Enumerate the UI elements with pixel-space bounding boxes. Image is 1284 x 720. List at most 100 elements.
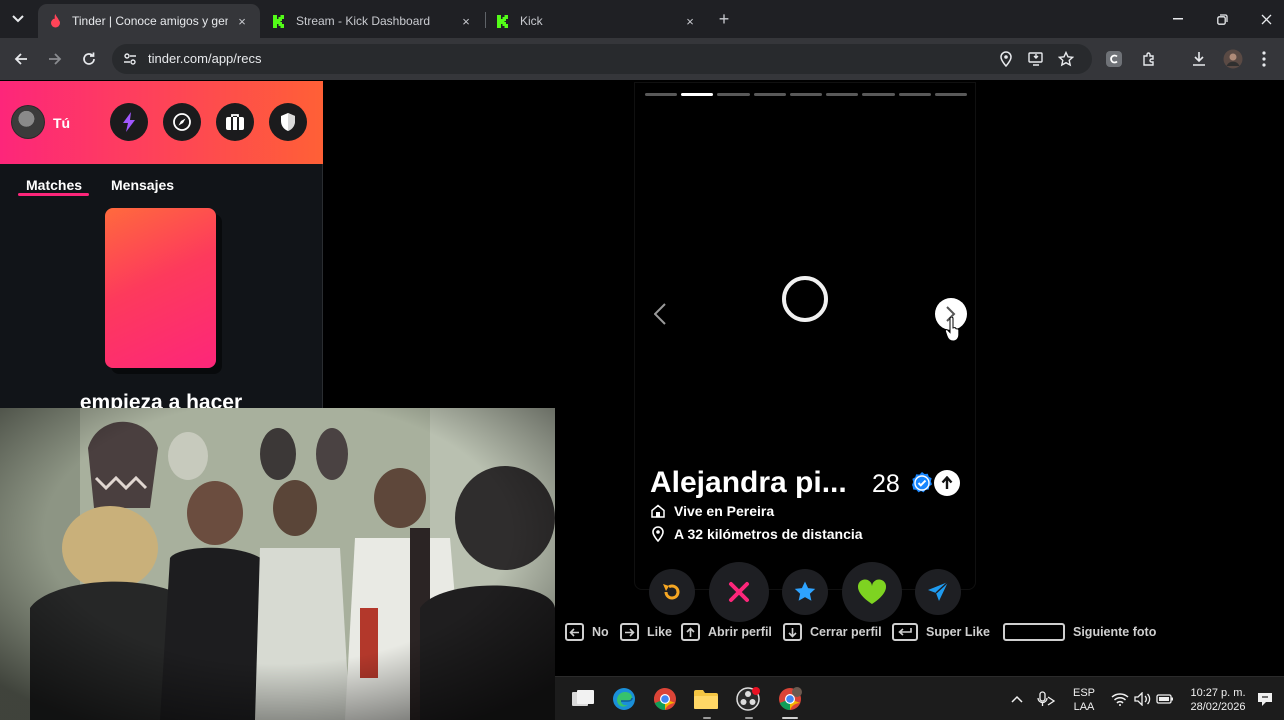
tab-kick-dashboard[interactable]: Stream - Kick Dashboard × xyxy=(262,4,484,38)
wifi-tray-button[interactable] xyxy=(1108,685,1132,713)
screen: Tinder | Conoce amigos y gente × Stream … xyxy=(0,0,1284,720)
distance-text: A 32 kilómetros de distancia xyxy=(674,526,863,542)
safety-header-button[interactable] xyxy=(269,103,307,141)
work-header-button[interactable] xyxy=(216,103,254,141)
new-tab-button[interactable]: + xyxy=(712,8,736,30)
address-bar[interactable]: tinder.com/app/recs xyxy=(112,44,1092,74)
shortcut-label: Siguiente foto xyxy=(1073,625,1157,639)
battery-tray-button[interactable] xyxy=(1153,685,1177,713)
chrome-profile-button[interactable] xyxy=(776,685,804,713)
bolt-icon xyxy=(123,112,135,132)
profile-age: 28 xyxy=(872,470,900,498)
profile-name: Alejandra pi... xyxy=(650,466,847,499)
folder-icon xyxy=(694,690,718,709)
microphone-tray-button[interactable] xyxy=(1035,685,1057,713)
show-hidden-icons-button[interactable] xyxy=(1007,685,1027,713)
task-view-icon xyxy=(572,690,594,706)
volume-tray-button[interactable] xyxy=(1131,685,1155,713)
kick-logo-icon xyxy=(272,14,286,28)
tab-matches[interactable]: Matches xyxy=(26,177,82,193)
open-profile-button[interactable] xyxy=(934,470,960,496)
edge-icon xyxy=(613,688,635,710)
shortcut-label: Abrir perfil xyxy=(708,625,772,639)
bookmark-star-icon[interactable] xyxy=(1056,49,1076,69)
shortcut-no: No xyxy=(565,622,609,642)
battery-icon xyxy=(1156,694,1173,704)
enter-key-icon xyxy=(892,623,918,641)
location-icon[interactable] xyxy=(996,49,1016,69)
kick-logo-icon xyxy=(496,14,510,28)
profile-link-label[interactable]: Tú xyxy=(53,115,70,131)
tab-title: Stream - Kick Dashboard xyxy=(296,14,431,28)
user-avatar[interactable] xyxy=(11,105,45,139)
down-arrow-key-icon xyxy=(783,623,802,641)
extension-c-icon[interactable] xyxy=(1104,49,1124,69)
notifications-button[interactable] xyxy=(1255,685,1275,713)
download-icon[interactable] xyxy=(1189,49,1209,69)
rewind-button[interactable] xyxy=(649,569,695,615)
shield-icon xyxy=(281,113,295,131)
profile-avatar-icon[interactable] xyxy=(1223,49,1243,69)
chevron-down-icon xyxy=(12,15,24,23)
shortcut-label: Like xyxy=(647,625,673,639)
boost-header-button[interactable] xyxy=(110,103,148,141)
clock-button[interactable]: 10:27 p. m. 28/02/2026 xyxy=(1185,686,1251,714)
close-tab-icon[interactable]: × xyxy=(234,13,250,29)
photo-progress-bar xyxy=(789,93,823,96)
wifi-icon xyxy=(1111,693,1129,706)
close-window-button[interactable] xyxy=(1244,0,1284,38)
site-info-icon[interactable] xyxy=(122,51,138,67)
sidebar-header: Tú xyxy=(0,81,323,164)
reload-button[interactable] xyxy=(77,47,101,71)
microphone-icon xyxy=(1037,691,1055,706)
restore-button[interactable] xyxy=(1200,0,1244,38)
arrow-right-icon xyxy=(49,53,62,65)
file-explorer-button[interactable] xyxy=(692,685,720,713)
close-icon xyxy=(1261,14,1271,24)
obs-button[interactable] xyxy=(734,685,762,713)
photo-progress-bar xyxy=(862,93,895,96)
active-indicator xyxy=(782,717,798,719)
tinder-sidebar: Tú Matches Mensajes empieza a hacer xyxy=(0,81,323,414)
rewind-icon xyxy=(663,584,680,600)
verified-badge-icon xyxy=(912,472,932,493)
hand-cursor-icon xyxy=(945,317,960,342)
tab-kick[interactable]: Kick × xyxy=(486,4,708,38)
obs-icon xyxy=(736,687,760,711)
explore-header-button[interactable] xyxy=(163,103,201,141)
boost-button[interactable] xyxy=(915,569,961,615)
more-menu-icon[interactable] xyxy=(1254,49,1274,69)
windows-taskbar: ESP LAA 10:27 p. m. 28/02/2026 xyxy=(555,676,1284,720)
running-indicator xyxy=(745,717,753,719)
clock-date: 28/02/2026 xyxy=(1190,701,1246,713)
forward-button[interactable] xyxy=(43,47,67,71)
location-pin-icon xyxy=(650,526,666,542)
profile-location-row: Vive en Pereira xyxy=(650,503,774,519)
extensions-puzzle-icon[interactable] xyxy=(1139,49,1159,69)
close-tab-icon[interactable]: × xyxy=(458,13,474,29)
close-tab-icon[interactable]: × xyxy=(682,13,698,29)
tab-tinder[interactable]: Tinder | Conoce amigos y gente × xyxy=(38,4,260,38)
chrome-button[interactable] xyxy=(651,685,679,713)
super-like-icon xyxy=(794,581,816,601)
minimize-button[interactable] xyxy=(1156,0,1200,38)
tab-messages[interactable]: Mensajes xyxy=(111,177,174,193)
nope-button[interactable] xyxy=(709,562,769,622)
tab-title: Tinder | Conoce amigos y gente xyxy=(72,14,228,28)
task-view-button[interactable] xyxy=(569,685,597,713)
arrow-left-icon xyxy=(14,53,27,65)
layout-code: LAA xyxy=(1073,701,1095,713)
language-code: ESP xyxy=(1072,687,1095,699)
install-app-icon[interactable] xyxy=(1026,49,1046,69)
like-button[interactable] xyxy=(842,562,902,622)
input-language-button[interactable]: ESP LAA xyxy=(1067,686,1101,714)
right-arrow-key-icon xyxy=(620,623,639,641)
previous-photo-button[interactable] xyxy=(648,300,672,328)
super-like-button[interactable] xyxy=(782,569,828,615)
shortcut-label: Cerrar perfil xyxy=(810,625,882,639)
back-button[interactable] xyxy=(9,47,33,71)
tab-search-button[interactable] xyxy=(6,8,30,30)
reload-icon xyxy=(83,52,95,65)
lives-in-text: Vive en Pereira xyxy=(674,503,775,519)
edge-button[interactable] xyxy=(610,685,638,713)
